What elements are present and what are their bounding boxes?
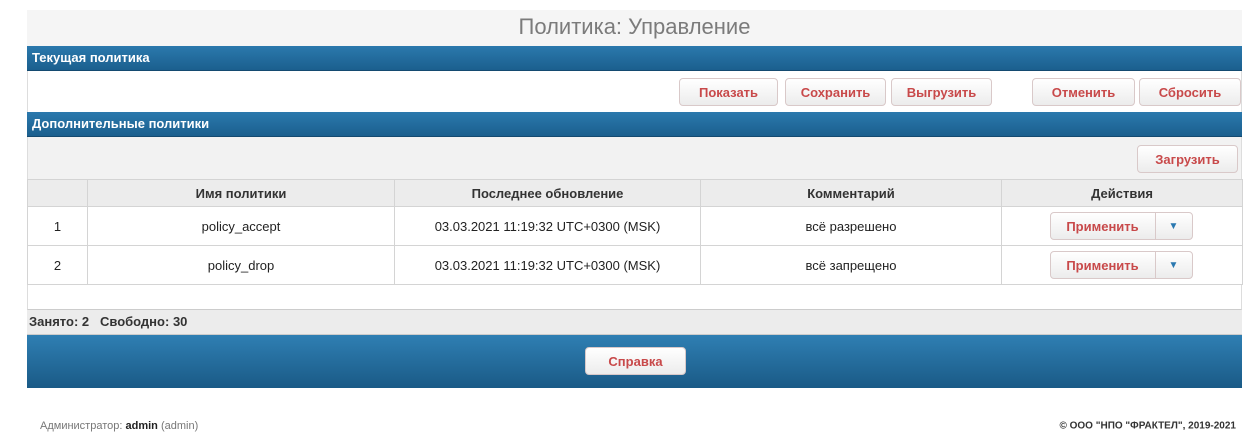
column-number (27, 179, 88, 207)
apply-button[interactable]: Применить (1051, 213, 1156, 239)
page-title: Политика: Управление (27, 10, 1242, 46)
free-value: 30 (172, 314, 188, 329)
policy-actions: Применить ▼ (1001, 245, 1243, 285)
apply-button[interactable]: Применить (1051, 252, 1156, 278)
column-actions: Действия (1001, 179, 1243, 207)
table-empty-space (27, 285, 1242, 310)
bottom-bar: Справка (27, 335, 1242, 388)
policy-updated: 03.03.2021 11:19:32 UTC+0300 (MSK) (394, 245, 701, 285)
show-button[interactable]: Показать (679, 78, 778, 106)
copyright: © ООО "НПО "ФРАКТЕЛ", 2019-2021 (1059, 420, 1236, 432)
status-bar: Занято: 2 Свободно: 30 (27, 310, 1242, 335)
help-button[interactable]: Справка (585, 347, 686, 375)
column-comment[interactable]: Комментарий (700, 179, 1002, 207)
table-row[interactable]: 2 policy_drop 03.03.2021 11:19:32 UTC+03… (27, 245, 1243, 285)
caret-down-icon[interactable]: ▼ (1156, 213, 1192, 239)
current-policy-toolbar: Показать Сохранить Выгрузить Отменить Сб… (27, 71, 1242, 112)
reset-button[interactable]: Сбросить (1139, 78, 1241, 106)
save-button[interactable]: Сохранить (785, 78, 886, 106)
policies-table: Имя политики Последнее обновление Коммен… (27, 179, 1243, 285)
policy-actions: Применить ▼ (1001, 206, 1243, 246)
apply-split-button: Применить ▼ (1049, 212, 1193, 240)
current-policy-header: Текущая политика (27, 46, 1242, 71)
column-last-update[interactable]: Последнее обновление (394, 179, 701, 207)
caret-down-icon[interactable]: ▼ (1156, 252, 1192, 278)
admin-label: Администратор: (40, 420, 123, 432)
apply-split-button: Применить ▼ (1049, 251, 1193, 279)
row-number: 1 (27, 206, 88, 246)
used-label: Занято: (29, 314, 79, 329)
free-label: Свободно: (99, 314, 170, 329)
table-header-row: Имя политики Последнее обновление Коммен… (27, 179, 1243, 207)
additional-policies-toolbar: Загрузить (27, 137, 1242, 179)
admin-info: Администратор: admin (admin) (40, 420, 198, 432)
main-panel: Политика: Управление Текущая политика По… (27, 10, 1243, 388)
row-number: 2 (27, 245, 88, 285)
column-policy-name[interactable]: Имя политики (87, 179, 395, 207)
policy-name: policy_drop (87, 245, 395, 285)
policy-comment: всё разрешено (700, 206, 1002, 246)
additional-policies-header: Дополнительные политики (27, 112, 1242, 137)
load-button[interactable]: Загрузить (1137, 145, 1238, 173)
cancel-button[interactable]: Отменить (1032, 78, 1135, 106)
admin-role: (admin) (160, 420, 199, 432)
export-button[interactable]: Выгрузить (891, 78, 992, 106)
used-value: 2 (81, 314, 90, 329)
policy-updated: 03.03.2021 11:19:32 UTC+0300 (MSK) (394, 206, 701, 246)
policy-comment: всё запрещено (700, 245, 1002, 285)
table-row[interactable]: 1 policy_accept 03.03.2021 11:19:32 UTC+… (27, 206, 1243, 246)
policy-name: policy_accept (87, 206, 395, 246)
admin-name: admin (125, 420, 158, 432)
